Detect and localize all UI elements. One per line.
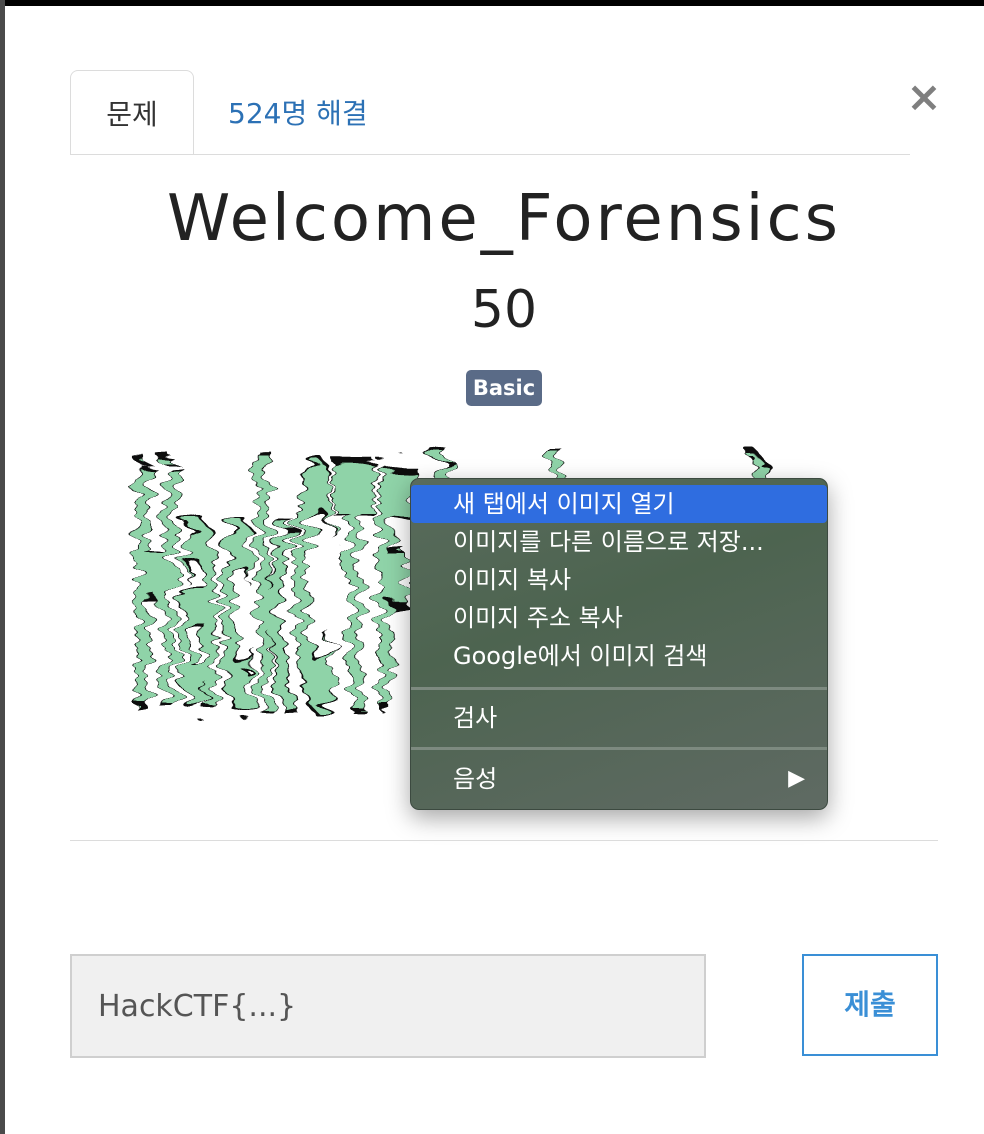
menu-copy-image[interactable]: 이미지 복사 bbox=[411, 561, 827, 599]
tab-solved[interactable]: 524명 해결 bbox=[210, 70, 390, 153]
menu-save-image-as[interactable]: 이미지를 다른 이름으로 저장... bbox=[411, 523, 827, 561]
window-top-edge bbox=[0, 0, 984, 6]
menu-separator bbox=[411, 687, 827, 690]
menu-copy-image-address[interactable]: 이미지 주소 복사 bbox=[411, 599, 827, 637]
modal-tabs: 문제 524명 해결 bbox=[70, 70, 910, 155]
submit-button[interactable]: 제출 bbox=[802, 954, 938, 1056]
menu-inspect[interactable]: 검사 bbox=[411, 699, 827, 737]
flag-input[interactable] bbox=[70, 954, 706, 1058]
divider bbox=[70, 840, 938, 841]
window-left-edge bbox=[0, 0, 5, 1134]
context-menu: 새 탭에서 이미지 열기 이미지를 다른 이름으로 저장... 이미지 복사 이… bbox=[410, 478, 828, 810]
menu-search-google[interactable]: Google에서 이미지 검색 bbox=[411, 637, 827, 675]
submenu-arrow-icon: ▶ bbox=[788, 766, 805, 791]
menu-separator bbox=[411, 747, 827, 750]
category-badge: Basic bbox=[466, 370, 542, 406]
tab-problem[interactable]: 문제 bbox=[70, 70, 194, 154]
menu-speech-label: 음성 bbox=[453, 765, 498, 793]
menu-speech[interactable]: 음성 ▶ bbox=[411, 760, 827, 798]
close-icon[interactable]: × bbox=[903, 76, 945, 118]
challenge-points: 50 bbox=[470, 280, 538, 340]
menu-open-image-new-tab[interactable]: 새 탭에서 이미지 열기 bbox=[411, 485, 827, 523]
challenge-title: Welcome_Forensics bbox=[167, 182, 841, 256]
